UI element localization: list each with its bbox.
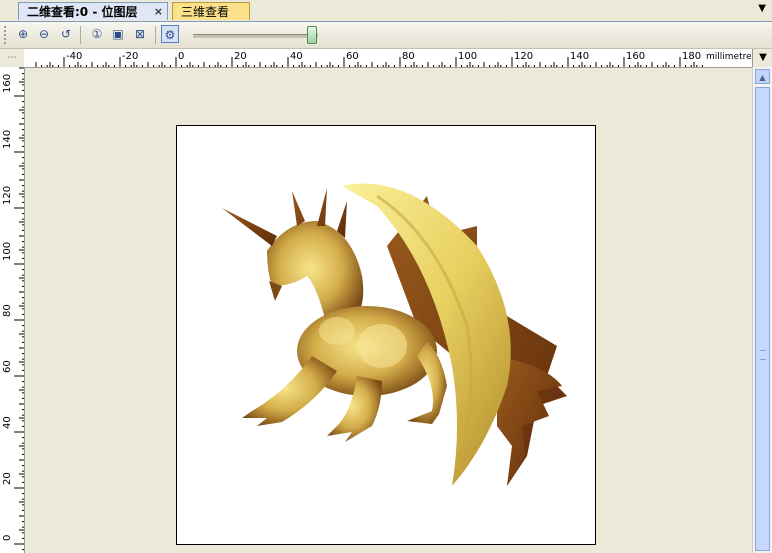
vertical-scrollbar[interactable]: ▲: [752, 67, 772, 553]
vertical-ruler-svg: 160 140 120 100 80 60 40 20 0: [2, 67, 24, 551]
ruler-v-label: 20: [2, 472, 13, 485]
ruler-h-label: 40: [290, 51, 303, 62]
horizontal-ruler: -40 -20 0 20 40 60 80 100 120 140 160 180: [24, 49, 752, 68]
zoom-out-icon[interactable]: ⊖: [35, 25, 53, 43]
toolbar-separator: [155, 26, 156, 44]
ruler-h-label: -40: [66, 51, 82, 62]
zoom-slider-track[interactable]: [193, 34, 318, 38]
toolbar: ⊕ ⊖ ↺ ① ▣ ⊠ ⚙: [0, 22, 772, 49]
scrollbar-grip: [760, 350, 766, 360]
zoom-in-icon[interactable]: ⊕: [14, 25, 32, 43]
render-settings-icon[interactable]: ⚙: [161, 25, 179, 43]
close-icon[interactable]: ×: [154, 3, 163, 21]
tab-3d-view-label: 三维查看: [181, 5, 230, 19]
ruler-h-label: 120: [514, 51, 533, 62]
ruler-h-label: 0: [178, 51, 184, 62]
ruler-h-label: 140: [570, 51, 589, 62]
ruler-h-label: 60: [346, 51, 359, 62]
toolbar-grip[interactable]: [4, 26, 9, 44]
ruler-v-label: 160: [2, 74, 13, 93]
ruler-h-label: 100: [458, 51, 477, 62]
ruler-unit-label: millimetres: [706, 52, 757, 62]
bitmap-page[interactable]: [176, 125, 596, 545]
tab-menu-chevron-down-icon[interactable]: ▼: [758, 3, 766, 14]
ruler-v-label: 0: [2, 535, 13, 541]
tab-2d-view[interactable]: 二维查看:0 - 位图层 ×: [18, 2, 168, 20]
ruler-corner[interactable]: ⋯: [0, 49, 25, 68]
ruler-h-label: 160: [626, 51, 645, 62]
tab-3d-view[interactable]: 三维查看: [172, 2, 250, 20]
ruler-v-label: 60: [2, 360, 13, 373]
ruler-v-label: 140: [2, 130, 13, 149]
ruler-h-label: -20: [122, 51, 138, 62]
ruler-v-label: 40: [2, 416, 13, 429]
zoom-reset-icon[interactable]: ↺: [57, 25, 75, 43]
ruler-v-label: 80: [2, 304, 13, 317]
tab-2d-view-label: 二维查看:0 - 位图层: [27, 5, 138, 19]
zoom-actual-icon[interactable]: ①: [88, 25, 106, 43]
zoom-area-icon[interactable]: ⊠: [131, 25, 149, 43]
scrollbar-thumb[interactable]: [755, 87, 770, 551]
ruler-v-label: 120: [2, 186, 13, 205]
ruler-h-label: 20: [234, 51, 247, 62]
ruler-h-label: 80: [402, 51, 415, 62]
dragon-image: [222, 183, 567, 486]
scroll-up-icon[interactable]: ▲: [755, 69, 770, 84]
vertical-ruler: 160 140 120 100 80 60 40 20 0: [0, 67, 25, 553]
unit-dropdown-icon[interactable]: ▼: [752, 49, 772, 67]
horizontal-ruler-svg: -40 -20 0 20 40 60 80 100 120 140 160 180: [35, 51, 703, 67]
toolbar-separator: [80, 26, 81, 44]
tab-bar: 二维查看:0 - 位图层 × 三维查看 ▼: [0, 0, 772, 22]
zoom-fit-icon[interactable]: ▣: [109, 25, 127, 43]
ruler-v-label: 100: [2, 242, 13, 261]
zoom-slider-thumb[interactable]: [307, 26, 317, 44]
ruler-h-label: 180: [682, 51, 701, 62]
